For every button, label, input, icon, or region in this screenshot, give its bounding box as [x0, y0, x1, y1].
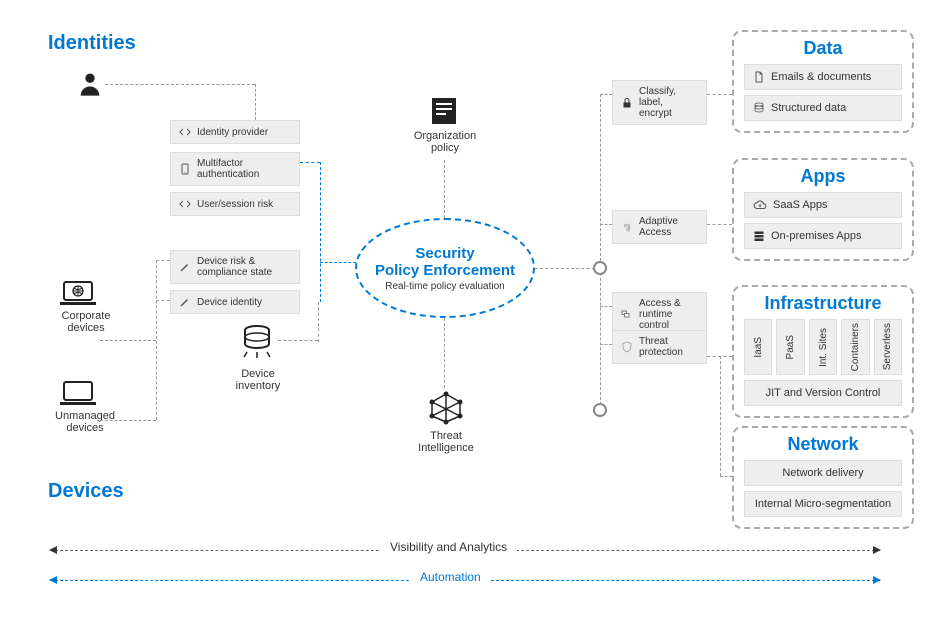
identity-provider-chip: Identity provider: [170, 120, 300, 144]
conn-to-devrisk: [156, 260, 170, 261]
cloud-icon: [753, 199, 767, 211]
conn-center-left: [320, 262, 356, 263]
center-subtitle: Real-time policy evaluation: [385, 281, 505, 292]
containers-cell: Containers: [841, 319, 869, 375]
iaas-cell: IaaS: [744, 319, 772, 375]
db-icon: [753, 102, 765, 114]
windows-icon: [621, 309, 633, 321]
conn-person-v: [255, 84, 256, 120]
corporate-devices-label: Corporate devices: [48, 310, 124, 334]
pencil-icon: [179, 296, 191, 308]
conn-inv-v: [318, 302, 319, 342]
network-panel: Network Network delivery Internal Micro-…: [732, 426, 914, 529]
conn-inv-h: [278, 340, 318, 341]
graph-icon: [428, 390, 464, 426]
conn-center-right: [535, 268, 600, 269]
conn-classify: [600, 94, 612, 95]
server-icon: [753, 230, 765, 242]
center-ellipse: Security Policy Enforcement Real-time po…: [355, 218, 535, 318]
onprem-item: On-premises Apps: [744, 223, 902, 249]
session-risk-text: User/session risk: [197, 199, 273, 210]
device-identity-text: Device identity: [197, 297, 262, 308]
visibility-label: Visibility and Analytics: [380, 540, 517, 554]
infra-title: Infrastructure: [744, 293, 902, 314]
microseg-item: Internal Micro-segmentation: [744, 491, 902, 517]
lock-icon: [621, 97, 633, 109]
classify-text: Classify, label, encrypt: [639, 86, 698, 119]
device-risk-chip: Device risk & compliance state: [170, 250, 300, 284]
saas-item: SaaS Apps: [744, 192, 902, 218]
laptop-icon: [60, 380, 96, 406]
infra-panel: Infrastructure IaaS PaaS Int. Sites Cont…: [732, 285, 914, 418]
mfa-chip: Multifactor authentication: [170, 152, 300, 186]
conn-adaptive: [600, 224, 612, 225]
access-runtime-text: Access & runtime control: [639, 298, 698, 331]
device-identity-chip: Device identity: [170, 290, 300, 314]
identities-title: Identities: [48, 32, 136, 55]
adaptive-chip: Adaptive Access: [612, 210, 707, 244]
center-title-1: Security: [415, 245, 474, 262]
apps-panel: Apps SaaS Apps On-premises Apps: [732, 158, 914, 261]
phone-icon: [179, 163, 191, 175]
paas-cell: PaaS: [776, 319, 804, 375]
conn-corp-h: [100, 340, 156, 341]
conn-unmanaged-h: [100, 420, 156, 421]
conn-threatprot: [600, 344, 612, 345]
data-title: Data: [744, 38, 902, 59]
conn-person-h: [105, 84, 255, 85]
structured-item: Structured data: [744, 95, 902, 121]
device-inventory-label: Device inventory: [220, 368, 296, 392]
threat-prot-chip: Threat protection: [612, 330, 707, 364]
conn-right-spine: [600, 94, 601, 410]
conn-access: [600, 306, 612, 307]
conn-infra-net-v: [720, 356, 721, 476]
shield-icon: [621, 341, 633, 353]
adaptive-text: Adaptive Access: [639, 216, 698, 238]
conn-mfa-blue: [300, 162, 320, 163]
database-icon: [237, 322, 277, 362]
intsites-cell: Int. Sites: [809, 319, 837, 375]
emails-item: Emails & documents: [744, 64, 902, 90]
fingerprint-icon: [621, 221, 633, 233]
network-delivery-item: Network delivery: [744, 460, 902, 486]
ring-1: [593, 261, 607, 275]
conn-to-data: [707, 94, 732, 95]
conn-to-network: [720, 476, 732, 477]
threat-prot-text: Threat protection: [639, 336, 698, 358]
jit-item: JIT and Version Control: [744, 380, 902, 406]
org-policy-label: Organization policy: [400, 130, 490, 154]
conn-to-apps: [707, 224, 732, 225]
network-title: Network: [744, 434, 902, 455]
center-title-2: Policy Enforcement: [375, 262, 515, 279]
serverless-cell: Serverless: [874, 319, 902, 375]
globe-laptop-icon: [60, 280, 96, 306]
automation-label: Automation: [410, 570, 491, 584]
conn-threat-v: [444, 318, 445, 388]
ring-2: [593, 403, 607, 417]
devices-section-title: Devices: [48, 480, 124, 503]
conn-orgpolicy-v: [444, 160, 445, 218]
code-icon: [179, 198, 191, 210]
document-icon: [430, 96, 458, 126]
code-icon: [179, 126, 191, 138]
apps-title: Apps: [744, 166, 902, 187]
conn-to-devid: [156, 300, 170, 301]
pencil-icon: [179, 261, 191, 273]
session-risk-chip: User/session risk: [170, 192, 300, 216]
conn-devices-v: [156, 260, 157, 420]
classify-chip: Classify, label, encrypt: [612, 80, 707, 125]
mfa-text: Multifactor authentication: [197, 158, 291, 180]
threat-intel-label: Threat Intelligence: [408, 430, 484, 454]
conn-left-blue-v: [320, 162, 321, 302]
data-panel: Data Emails & documents Structured data: [732, 30, 914, 133]
unmanaged-devices-label: Unmanaged devices: [42, 410, 128, 434]
person-icon: [76, 70, 104, 98]
identity-provider-text: Identity provider: [197, 127, 268, 138]
device-risk-text: Device risk & compliance state: [197, 256, 291, 278]
file-icon: [753, 71, 765, 83]
